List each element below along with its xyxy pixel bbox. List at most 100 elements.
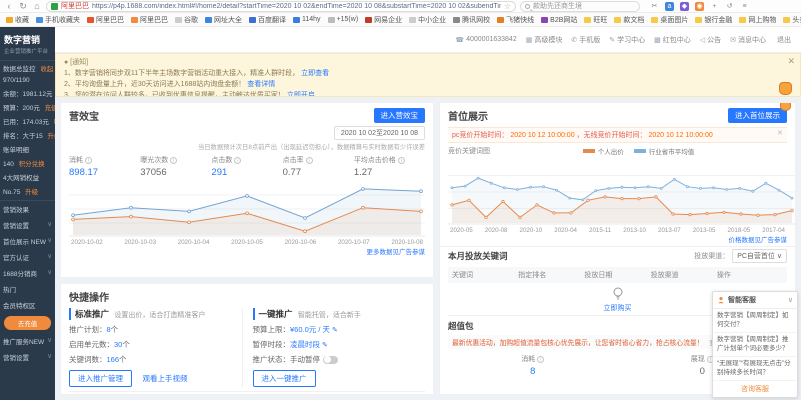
stat-value[interactable]: 898.17 xyxy=(69,167,140,178)
date-range-picker[interactable]: 2020 10 02至2020 10 08 xyxy=(334,126,425,140)
price-data-link[interactable]: 价格数据见广告参谋 xyxy=(448,234,787,244)
more-data-link[interactable]: 更多数据见广告参谋 xyxy=(69,246,425,256)
info-icon[interactable] xyxy=(306,157,313,164)
contact-service-link[interactable]: 咨询客服 xyxy=(713,381,797,397)
bookmark-item[interactable]: B2B网站 xyxy=(541,15,577,25)
extension-icon[interactable]: ✂ xyxy=(650,2,659,11)
top-bar-item[interactable]: ☎ 4000001633842 xyxy=(455,36,516,44)
bookmark-item[interactable]: 腾讯网校 xyxy=(453,15,490,25)
sidebar-menu-item[interactable]: 首位展示 NEW ∨ xyxy=(0,233,55,249)
top-bar-item[interactable]: ▦ 高级模块 xyxy=(526,35,563,45)
stat-item: 消耗 898.17 xyxy=(69,155,140,178)
bookmark-item[interactable]: 百度翻译 xyxy=(249,15,286,25)
bookmark-item[interactable]: 手机收藏夹 xyxy=(36,15,80,25)
stat-value[interactable]: 1.27 xyxy=(354,167,425,178)
bookmark-item[interactable]: 银行金融 xyxy=(695,15,732,25)
bookmark-item[interactable]: 谷歌 xyxy=(175,15,198,25)
bookmark-item[interactable]: 款文档 xyxy=(614,15,644,25)
notice-link[interactable]: 立即查看 xyxy=(301,70,329,77)
home-icon[interactable]: ⌂ xyxy=(32,1,42,12)
info-icon[interactable] xyxy=(170,157,177,164)
bookmark-item[interactable]: 中小企业 xyxy=(409,15,446,25)
sidebar-menu-item[interactable]: 营销效果 xyxy=(0,201,55,217)
promo-stat-value[interactable]: 166 xyxy=(107,355,120,364)
buy-now-link[interactable]: 立即购买 xyxy=(604,303,632,313)
enter-onekey-button[interactable]: 进入一键推广 xyxy=(253,370,316,387)
promo-mascot-icon[interactable] xyxy=(779,82,792,95)
top-bar-item[interactable]: ✆ 手机版 xyxy=(571,35,600,45)
extension-icon[interactable]: ↺ xyxy=(725,2,734,11)
account-stat-link[interactable]: 充值 xyxy=(45,105,55,112)
top-bar-item[interactable]: ◁ 公告 xyxy=(700,35,721,45)
sidebar-menu-item[interactable]: 推广服务NEW ∨ xyxy=(0,333,55,349)
stat-value[interactable]: 291 xyxy=(211,167,282,178)
sidebar-menu-item[interactable]: 热门 xyxy=(0,281,55,297)
bookmark-item[interactable]: 网址大全 xyxy=(205,15,242,25)
top-bar-item[interactable]: 退出 xyxy=(775,35,791,45)
bookmark-item[interactable]: 桌面图片 xyxy=(651,15,688,25)
close-icon[interactable]: ✕ xyxy=(787,56,795,67)
enter-promo-manage-button[interactable]: 进入推广管理 xyxy=(69,370,132,387)
account-stat-link[interactable]: 升级 xyxy=(25,189,38,196)
extension-icon[interactable]: ◆ xyxy=(680,2,689,11)
url-text[interactable]: https://p4p.1688.com/index.html#!/home2/… xyxy=(92,3,501,10)
bookmark-item[interactable]: 阿里巴巴 xyxy=(87,15,124,25)
bookmark-item[interactable]: 网易企业 xyxy=(365,15,402,25)
stat-value[interactable]: 0.77 xyxy=(283,167,354,178)
top-bar-item[interactable]: ▩ 红包中心 xyxy=(654,35,691,45)
enter-effect-button[interactable]: 进入营效宝 xyxy=(374,108,426,123)
bookmark-item[interactable]: 收藏 xyxy=(6,15,29,25)
chat-question[interactable]: 数字营销【周周制定】推广计划单个词必要多少？ xyxy=(713,333,797,357)
notice-link[interactable]: 查看详情 xyxy=(247,81,275,88)
refresh-icon[interactable]: ↻ xyxy=(18,1,28,12)
stat-value[interactable]: 37056 xyxy=(140,167,211,178)
chat-question[interactable]: 数字营销【周周制定】如何交付？ xyxy=(713,309,797,333)
top-bar-item[interactable]: ✎ 学习中心 xyxy=(609,35,645,45)
bookmark-item[interactable]: 网上购物 xyxy=(739,15,776,25)
edit-icon[interactable] xyxy=(332,325,338,334)
bookmark-star-icon[interactable]: ☆ xyxy=(504,2,511,11)
account-stat-link[interactable]: 明细 xyxy=(54,119,55,126)
sidebar-menu-item[interactable]: 官方认证 ∨ xyxy=(0,249,55,265)
sidebar-menu-item[interactable]: 营销设置 ∨ xyxy=(0,349,55,365)
sidebar-menu-item[interactable]: 营销设置 ∨ xyxy=(0,217,55,233)
account-stat-link[interactable]: 积分兑换 xyxy=(19,161,45,168)
address-bar[interactable]: 阿里巴巴 https://p4p.1688.com/index.html#!/h… xyxy=(46,1,516,12)
search-text[interactable]: 款助先还商生境 xyxy=(533,1,582,11)
chevron-down-icon: ∨ xyxy=(47,336,52,346)
chat-question[interactable]: “无展现”“有展现无点击”分别持续多长时间？ xyxy=(713,357,797,381)
bookmark-item[interactable]: 飞猪快线 xyxy=(497,15,534,25)
extension-icon[interactable]: a xyxy=(665,2,674,11)
bid-chart: 2020-052020-082020-102020-042015-112013-… xyxy=(448,159,787,234)
extension-icon[interactable]: + xyxy=(710,2,719,11)
close-icon[interactable]: ✕ xyxy=(777,129,783,137)
top-bar-item[interactable]: ✉ 消息中心 xyxy=(730,35,766,45)
bookmark-item[interactable]: +15(w) xyxy=(328,16,359,23)
info-icon[interactable] xyxy=(398,157,405,164)
chevron-down-icon[interactable]: ∨ xyxy=(788,296,793,304)
channel-select[interactable]: PC自营首位 ∨ xyxy=(732,249,787,263)
promo-status-toggle[interactable] xyxy=(323,356,338,364)
extension-icon[interactable]: ≡ xyxy=(740,2,749,11)
promo-stat-value[interactable]: 30 xyxy=(114,340,122,349)
extension-icon[interactable]: ◉ xyxy=(695,2,704,11)
bookmark-item[interactable]: 头条资讯 xyxy=(783,15,801,25)
enter-first-position-button[interactable]: 进入首位展示 xyxy=(728,108,787,123)
info-icon[interactable] xyxy=(537,356,544,363)
bookmark-item[interactable]: 旺旺 xyxy=(584,15,607,25)
bookmark-item[interactable]: 阿里巴巴 xyxy=(131,15,168,25)
info-icon[interactable] xyxy=(85,157,92,164)
account-stat-link[interactable]: 升级 xyxy=(48,133,55,140)
back-icon[interactable]: ‹ xyxy=(4,1,14,12)
sidebar-recharge-button[interactable]: 去充值 xyxy=(4,316,51,330)
sidebar-menu-item[interactable]: 会员特权区 xyxy=(0,297,55,313)
standard-promo-desc: 设置出价，适合打造精准客户 xyxy=(114,312,205,319)
edit-icon[interactable] xyxy=(322,340,328,349)
browser-search-box[interactable]: 款助先还商生境 xyxy=(520,1,640,12)
account-stat-link[interactable]: 收起 xyxy=(40,66,53,73)
tutorial-video-link[interactable]: 观看上手视频 xyxy=(143,374,188,383)
notice-link[interactable]: 立即开启 xyxy=(287,92,315,97)
sidebar-menu-item[interactable]: 1688分销商 ∨ xyxy=(0,265,55,281)
bookmark-item[interactable]: 114hy xyxy=(293,16,321,23)
info-icon[interactable] xyxy=(234,157,241,164)
